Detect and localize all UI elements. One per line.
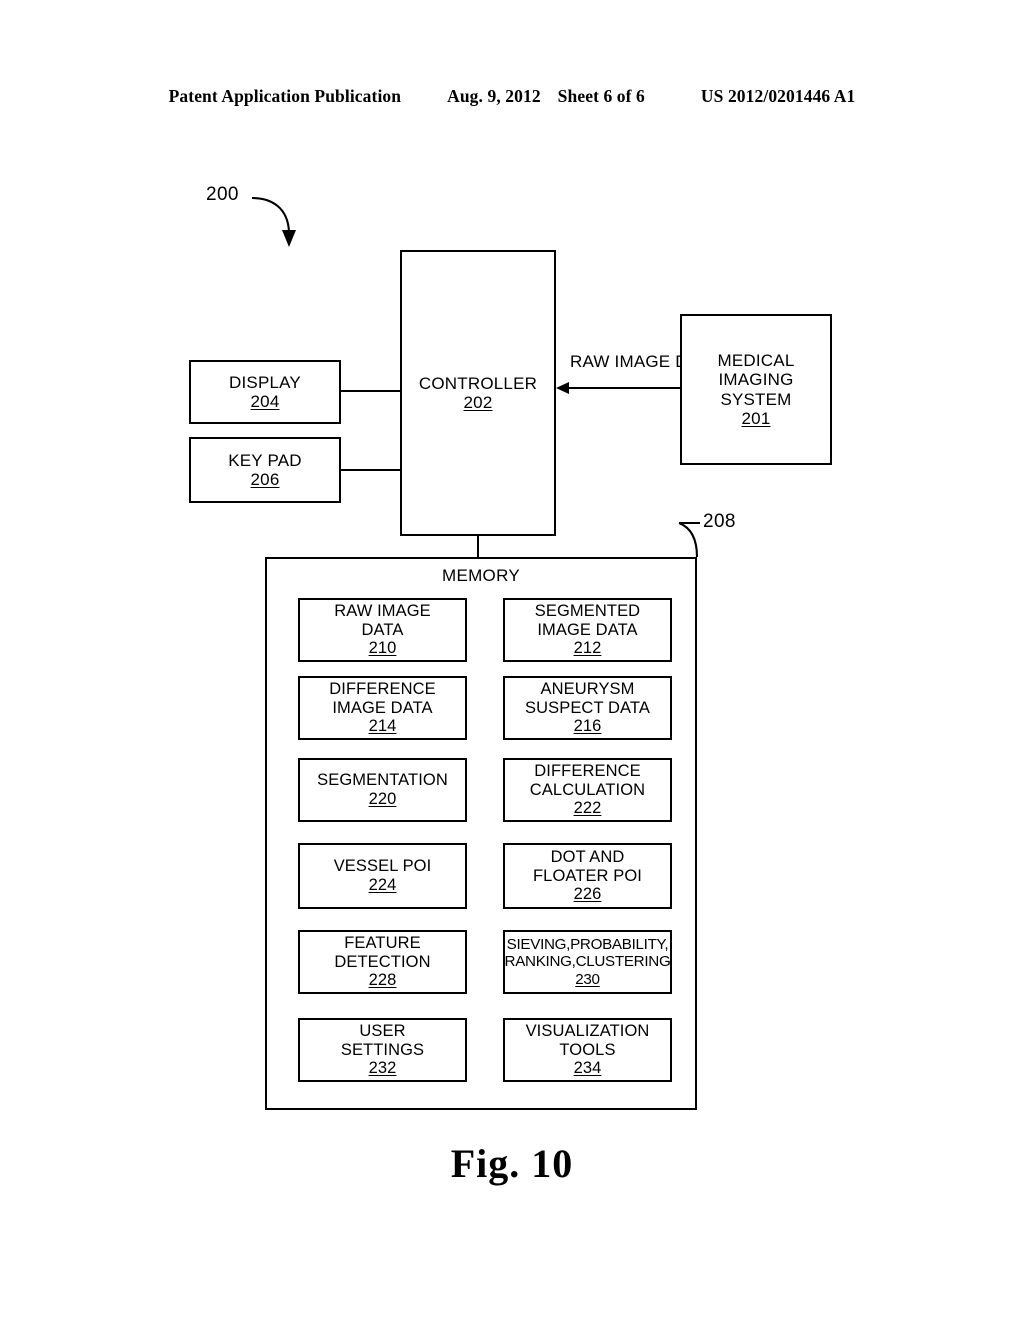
memory-title-label: MEMORY — [442, 566, 520, 585]
memory-cell-232-ref-number: 232 — [368, 1059, 397, 1078]
memory-cell-214[interactable]: DIFFERENCE IMAGE DATA 214 — [298, 676, 467, 740]
memory-cell-224-ref-number: 224 — [368, 876, 397, 894]
header-sheet-label: Sheet 6 of 6 — [557, 86, 645, 106]
memory-cell-232-line-2: SETTINGS — [340, 1040, 425, 1059]
memory-cell-228[interactable]: FEATURE DETECTION 228 — [298, 930, 467, 994]
controller-label: CONTROLLER — [418, 373, 538, 393]
memory-cell-212-line-1: SEGMENTED — [534, 602, 641, 621]
controller-box[interactable]: CONTROLLER 202 — [400, 250, 556, 536]
memory-cell-234-line-2: TOOLS — [559, 1040, 616, 1059]
memory-cell-216-ref-number: 216 — [573, 717, 602, 736]
memory-cell-226-line-1: DOT AND — [550, 848, 625, 867]
figure-caption: Fig. 10 — [450, 1141, 574, 1186]
medical-label-line-2: IMAGING — [718, 370, 794, 390]
memory-cell-230-line-2: RANKING,CLUSTERING — [504, 953, 671, 971]
memory-cell-220[interactable]: SEGMENTATION 220 — [298, 758, 467, 822]
memory-cell-224[interactable]: VESSEL POI 224 — [298, 843, 467, 909]
memory-cell-220-line-1: SEGMENTATION — [317, 771, 448, 790]
header-publication-number: US 2012/0201446 A1 — [700, 86, 856, 106]
medical-label-line-1: MEDICAL — [717, 350, 795, 370]
memory-cell-214-line-2: IMAGE DATA — [332, 698, 433, 717]
medical-label-line-3: SYSTEM — [720, 389, 792, 409]
memory-cell-214-line-1: DIFFERENCE — [329, 680, 436, 699]
keypad-label: KEY PAD — [228, 450, 302, 470]
raw-data-arrowhead — [556, 382, 569, 394]
memory-cell-230-line-1: SIEVING,PROBABILITY, — [506, 936, 669, 954]
memory-cell-228-line-1: FEATURE — [344, 934, 421, 953]
memory-cell-210-line-2: DATA — [361, 620, 404, 639]
memory-cell-228-line-2: DETECTION — [334, 952, 431, 971]
memory-cell-216[interactable]: ANEURYSM SUSPECT DATA 216 — [503, 676, 672, 740]
memory-cell-222-ref-number: 222 — [573, 799, 602, 818]
memory-cell-230[interactable]: SIEVING,PROBABILITY, RANKING,CLUSTERING 23… — [503, 930, 672, 994]
memory-cell-210-line-1: RAW IMAGE — [334, 602, 431, 621]
memory-cell-210[interactable]: RAW IMAGE DATA 210 — [298, 598, 467, 662]
display-label: DISPLAY — [229, 372, 301, 392]
memory-cell-230-ref-number: 230 — [575, 970, 600, 988]
memory-cell-226[interactable]: DOT AND FLOATER POI 226 — [503, 843, 672, 909]
memory-cell-222[interactable]: DIFFERENCE CALCULATION 222 — [503, 758, 672, 822]
memory-cell-224-line-1: VESSEL POI — [333, 857, 432, 876]
memory-cell-232-line-1: USER — [359, 1022, 406, 1041]
connector-display-to-controller — [341, 390, 402, 392]
controller-ref-number: 202 — [463, 393, 493, 412]
display-ref-number: 204 — [250, 392, 280, 411]
page-header: Patent Application Publication Aug. 9, 2… — [0, 86, 1024, 107]
memory-box[interactable]: MEMORY RAW IMAGE DATA 210 SEGMENTED IMAGE DA… — [265, 557, 697, 1110]
header-date-label: Aug. 9, 2012 — [447, 86, 541, 106]
display-box[interactable]: DISPLAY 204 — [189, 360, 341, 424]
keypad-ref-number: 206 — [250, 470, 280, 489]
connector-keypad-to-controller — [341, 469, 402, 471]
memory-cell-212[interactable]: SEGMENTED IMAGE DATA 212 — [503, 598, 672, 662]
memory-cell-234[interactable]: VISUALIZATION TOOLS 234 — [503, 1018, 672, 1082]
system-reference-label: 200 — [206, 184, 239, 205]
memory-cell-216-line-2: SUSPECT DATA — [525, 698, 650, 717]
memory-cell-222-line-2: CALCULATION — [529, 780, 646, 799]
medical-imaging-system-box[interactable]: MEDICAL IMAGING SYSTEM 201 — [680, 314, 832, 465]
keypad-box[interactable]: KEY PAD 206 — [189, 437, 341, 503]
header-publication-label: Patent Application Publication — [168, 86, 402, 106]
connector-controller-to-memory — [477, 536, 479, 559]
connector-medical-to-controller — [568, 387, 680, 389]
memory-cell-226-line-2: FLOATER POI — [533, 866, 642, 885]
memory-cell-212-ref-number: 212 — [573, 639, 602, 658]
memory-cell-234-line-1: VISUALIZATION — [525, 1022, 650, 1041]
memory-cell-234-ref-number: 234 — [573, 1059, 602, 1078]
medical-ref-number: 201 — [741, 408, 771, 428]
memory-cell-214-ref-number: 214 — [368, 717, 397, 736]
memory-cell-212-line-2: IMAGE DATA — [537, 620, 638, 639]
raw-image-data-line-1: RAW IMAGE — [570, 352, 671, 371]
memory-reference-label: 208 — [703, 511, 736, 532]
memory-cell-228-ref-number: 228 — [368, 971, 397, 990]
memory-cell-222-line-1: DIFFERENCE — [534, 762, 641, 781]
memory-cell-210-ref-number: 210 — [368, 639, 397, 658]
memory-cell-216-line-1: ANEURYSM — [540, 680, 635, 699]
memory-cell-220-ref-number: 220 — [368, 790, 397, 808]
memory-cell-226-ref-number: 226 — [573, 885, 602, 904]
raw-image-data-flow-label: RAW IMAGE DATA — [570, 352, 719, 371]
memory-cell-232[interactable]: USER SETTINGS 232 — [298, 1018, 467, 1082]
